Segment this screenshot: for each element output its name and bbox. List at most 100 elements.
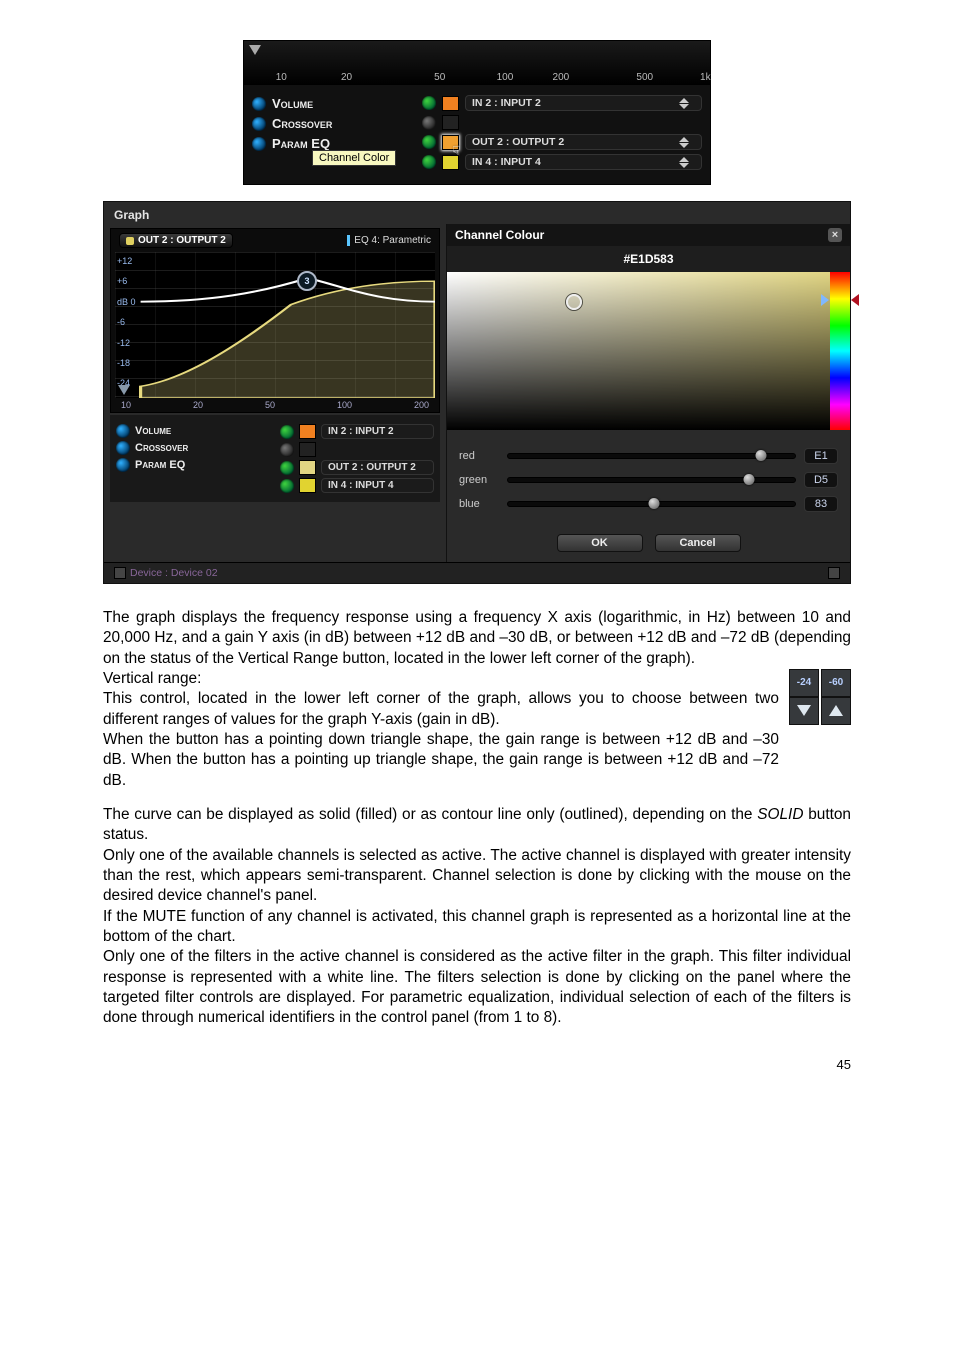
heading-vertical-range: Vertical range: bbox=[103, 670, 201, 687]
ok-button[interactable]: OK bbox=[557, 534, 643, 552]
channel-item-out2[interactable]: OUT 2 : OUTPUT 2 bbox=[465, 134, 702, 150]
range-value: -24 bbox=[789, 669, 819, 697]
channel-label: OUT 2 : OUTPUT 2 bbox=[328, 462, 416, 473]
channel-item-in2[interactable]: IN 2 : INPUT 2 bbox=[465, 95, 702, 111]
slider-track[interactable] bbox=[507, 453, 796, 459]
active-filter-badge: EQ 4: Parametric bbox=[347, 235, 431, 246]
paragraph: When the button has a pointing down tria… bbox=[103, 731, 779, 789]
colour-cursor[interactable] bbox=[566, 294, 582, 310]
tick-label: 50 bbox=[434, 72, 445, 83]
channel-toggle-icon[interactable] bbox=[422, 155, 436, 169]
panel-title: Graph bbox=[114, 208, 149, 222]
slider-knob[interactable] bbox=[649, 498, 660, 509]
active-channel-label: OUT 2 : OUTPUT 2 bbox=[138, 235, 226, 246]
tick-label: 200 bbox=[553, 72, 570, 83]
slider-track[interactable] bbox=[507, 501, 796, 507]
colour-swatch[interactable] bbox=[442, 115, 459, 130]
tick-label: 10 bbox=[276, 72, 287, 83]
slider-label: blue bbox=[459, 498, 499, 510]
colour-swatch[interactable] bbox=[442, 96, 459, 111]
paragraph: The curve can be displayed as solid (fil… bbox=[103, 805, 851, 1029]
tab-crossover[interactable]: Crossover bbox=[135, 442, 188, 454]
filter-node[interactable]: 3 bbox=[297, 271, 317, 291]
x-tick: 200 bbox=[414, 400, 429, 410]
colour-swatch[interactable] bbox=[299, 424, 316, 439]
x-tick: 20 bbox=[193, 400, 203, 410]
slider-red: red E1 bbox=[459, 448, 838, 464]
triangle-down-icon bbox=[789, 697, 819, 725]
tab-volume[interactable]: Volume bbox=[135, 425, 171, 437]
cancel-button[interactable]: Cancel bbox=[655, 534, 741, 552]
channel-label: IN 4 : INPUT 4 bbox=[328, 480, 394, 491]
eq-plot[interactable]: +12 +6 dB 0 -6 -12 -18 -24 3 bbox=[115, 252, 435, 398]
power-icon[interactable] bbox=[252, 97, 266, 111]
tab-param-eq[interactable]: Param EQ bbox=[135, 459, 185, 471]
channel-toggle-icon[interactable] bbox=[280, 443, 294, 457]
screenshot-graph-and-colour-picker: Graph OUT 2 : OUTPUT 2 EQ 4: Parametric bbox=[103, 201, 851, 584]
channel-colour-dialog: Channel Colour × #E1D583 red bbox=[446, 224, 850, 562]
page-number: 45 bbox=[103, 1057, 851, 1072]
solid-button-name: SOLID bbox=[757, 806, 803, 823]
channel-toggle-icon[interactable] bbox=[280, 461, 294, 475]
channel-label: OUT 2 : OUTPUT 2 bbox=[472, 136, 564, 148]
slider-knob[interactable] bbox=[744, 474, 755, 485]
x-tick: 50 bbox=[265, 400, 275, 410]
channel-toggle-icon[interactable] bbox=[280, 425, 294, 439]
hue-slider[interactable] bbox=[830, 272, 850, 430]
channel-label: IN 4 : INPUT 4 bbox=[472, 156, 541, 168]
tick-label: 1k bbox=[700, 72, 711, 83]
active-channel-badge[interactable]: OUT 2 : OUTPUT 2 bbox=[119, 233, 233, 248]
vertical-range-thumbnail: -24 -60 bbox=[789, 669, 851, 725]
colour-swatch[interactable] bbox=[299, 478, 316, 493]
filter-colour-icon bbox=[347, 235, 350, 246]
scroll-right-icon[interactable] bbox=[828, 567, 840, 579]
scroll-left-icon[interactable] bbox=[114, 567, 126, 579]
power-icon[interactable] bbox=[252, 137, 266, 151]
channel-item-in4[interactable]: IN 4 : INPUT 4 bbox=[321, 478, 434, 493]
colour-hex-value[interactable]: #E1D583 bbox=[447, 246, 850, 272]
colour-swatch[interactable] bbox=[299, 442, 316, 457]
x-axis-ticks: 10 20 50 100 200 bbox=[115, 400, 435, 410]
power-icon[interactable] bbox=[116, 424, 130, 438]
power-icon[interactable] bbox=[116, 441, 130, 455]
vertical-range-button[interactable] bbox=[118, 385, 130, 395]
channel-toggle-icon[interactable] bbox=[422, 116, 436, 130]
x-tick: 10 bbox=[121, 400, 131, 410]
colour-dot bbox=[126, 237, 134, 245]
tick-label: 20 bbox=[341, 72, 352, 83]
slider-label: green bbox=[459, 474, 499, 486]
eq-curves bbox=[115, 252, 435, 398]
power-icon[interactable] bbox=[116, 458, 130, 472]
status-device: Device : Device 02 bbox=[130, 567, 824, 579]
close-icon[interactable]: × bbox=[828, 228, 842, 242]
slider-green: green D5 bbox=[459, 472, 838, 488]
saturation-lightness-picker[interactable] bbox=[447, 272, 830, 430]
hue-pointer-icon bbox=[821, 294, 829, 306]
slider-blue: blue 83 bbox=[459, 496, 838, 512]
active-filter-label: EQ 4: Parametric bbox=[354, 235, 431, 246]
colour-swatch[interactable] bbox=[299, 460, 316, 475]
channel-item-in4[interactable]: IN 4 : INPUT 4 bbox=[465, 154, 702, 170]
tab-param-eq[interactable]: Param EQ bbox=[272, 136, 330, 151]
channel-toggle-icon[interactable] bbox=[422, 96, 436, 110]
channel-toggle-icon[interactable] bbox=[422, 135, 436, 149]
graph-pane: OUT 2 : OUTPUT 2 EQ 4: Parametric +12 +6… bbox=[104, 224, 446, 562]
channel-item-in2[interactable]: IN 2 : INPUT 2 bbox=[321, 424, 434, 439]
slider-track[interactable] bbox=[507, 477, 796, 483]
slider-knob[interactable] bbox=[755, 450, 766, 461]
tooltip-channel-color: Channel Color bbox=[312, 150, 396, 166]
tick-label: 100 bbox=[497, 72, 514, 83]
slider-value[interactable]: E1 bbox=[804, 448, 838, 464]
collapse-icon[interactable] bbox=[249, 45, 261, 55]
channel-label: IN 2 : INPUT 2 bbox=[328, 426, 394, 437]
power-icon[interactable] bbox=[252, 117, 266, 131]
tab-crossover[interactable]: Crossover bbox=[272, 116, 332, 131]
channel-item-out2[interactable]: OUT 2 : OUTPUT 2 bbox=[321, 460, 434, 475]
hue-pointer-icon bbox=[851, 294, 859, 306]
tab-volume[interactable]: Volume bbox=[272, 96, 313, 111]
colour-swatch[interactable] bbox=[442, 155, 459, 170]
slider-value[interactable]: D5 bbox=[804, 472, 838, 488]
colour-swatch[interactable] bbox=[442, 135, 459, 150]
slider-value[interactable]: 83 bbox=[804, 496, 838, 512]
channel-toggle-icon[interactable] bbox=[280, 479, 294, 493]
